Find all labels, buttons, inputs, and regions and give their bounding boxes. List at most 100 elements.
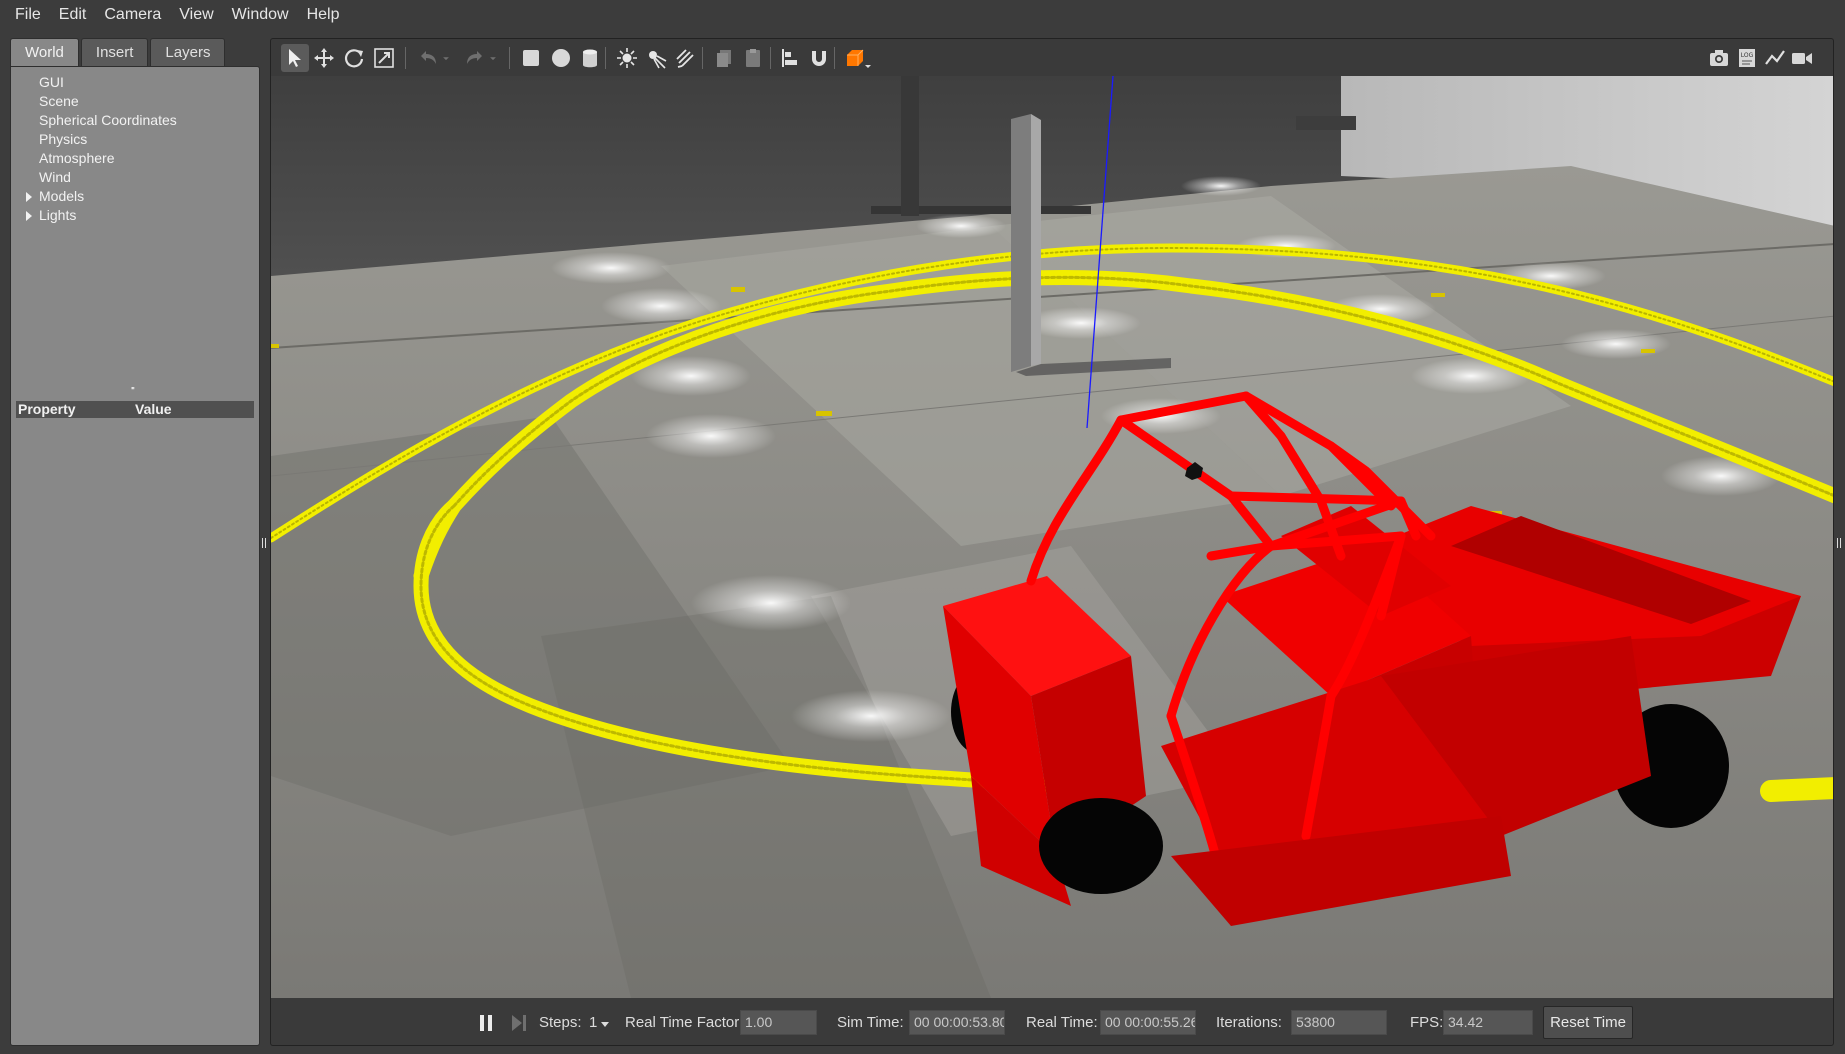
real-time-label: Real Time:: [1026, 1014, 1098, 1031]
menu-view[interactable]: View: [170, 0, 222, 30]
tree-item-label: Lights: [39, 207, 77, 223]
menu-file[interactable]: File: [6, 0, 50, 30]
fps-label: FPS:: [1410, 1014, 1444, 1031]
tree-item-lights[interactable]: Lights: [11, 206, 261, 225]
view-angle-icon[interactable]: [841, 44, 875, 72]
tab-layers[interactable]: Layers: [150, 38, 226, 66]
gazebo-window: File Edit Camera View Window Help World …: [0, 0, 1845, 1054]
screenshot-icon[interactable]: [1705, 44, 1733, 72]
real-time-factor-label: Real Time Factor:: [625, 1014, 744, 1031]
svg-text:LOG: LOG: [1741, 52, 1754, 59]
trajectory-trail-tail: [1760, 777, 1833, 802]
rotate-mode-icon[interactable]: [340, 44, 368, 72]
steps-spinbox[interactable]: 1: [589, 1014, 610, 1031]
light-spot: [551, 252, 671, 284]
sim-time-field: 00 00:00:53.800: [909, 1010, 1005, 1035]
step-button[interactable]: [508, 1012, 530, 1034]
splitter-handle[interactable]: ''': [131, 387, 135, 397]
tree-item-wind[interactable]: Wind: [11, 168, 261, 187]
directional-light-icon[interactable]: [671, 44, 699, 72]
panel-tabs: World Insert Layers: [10, 38, 227, 66]
scene-render[interactable]: [271, 76, 1834, 998]
pillar-side: [1031, 114, 1041, 366]
light-spot: [791, 690, 951, 742]
tree-item-label: GUI: [39, 74, 64, 90]
wall-bracket: [1296, 116, 1356, 130]
reset-time-button[interactable]: Reset Time: [1543, 1006, 1633, 1039]
tree-item-label: Scene: [39, 93, 79, 109]
spot-light-icon[interactable]: [642, 44, 670, 72]
tree-item-physics[interactable]: Physics: [11, 130, 261, 149]
light-spot: [1561, 329, 1671, 359]
property-column-header[interactable]: Property: [16, 401, 135, 418]
log-icon[interactable]: LOG: [1733, 44, 1761, 72]
light-spot: [646, 414, 776, 458]
copy-icon[interactable]: [710, 44, 738, 72]
toolbar-separator: [834, 47, 835, 69]
tree-item-label: Physics: [39, 131, 88, 147]
tree-item-spherical-coordinates[interactable]: Spherical Coordinates: [11, 111, 261, 130]
toolbar-separator: [770, 47, 771, 69]
floor-marker: [1431, 293, 1445, 297]
align-icon[interactable]: [777, 44, 805, 72]
real-time-factor-field: 1.00: [740, 1010, 817, 1035]
sphere-shape-icon[interactable]: [547, 44, 575, 72]
menu-camera[interactable]: Camera: [95, 0, 170, 30]
iterations-field: 53800: [1291, 1010, 1387, 1035]
toolbar-separator: [405, 47, 406, 69]
select-mode-icon[interactable]: [281, 44, 309, 72]
pause-button[interactable]: [475, 1012, 497, 1034]
steps-value[interactable]: 1: [589, 1014, 597, 1031]
value-column-header[interactable]: Value: [135, 401, 172, 418]
steps-dropdown-icon[interactable]: [601, 1022, 610, 1027]
tree-item-gui[interactable]: GUI: [11, 73, 261, 92]
tree-item-label: Atmosphere: [39, 150, 115, 166]
tab-insert[interactable]: Insert: [80, 38, 149, 66]
cylinder-shape-icon[interactable]: [576, 44, 604, 72]
tree-item-scene[interactable]: Scene: [11, 92, 261, 111]
floor-marker: [271, 344, 279, 348]
toolbar-separator: [509, 47, 510, 69]
pillar: [1011, 114, 1031, 372]
snap-icon[interactable]: [805, 44, 833, 72]
undo-history-icon[interactable]: [438, 44, 454, 72]
tree-item-label: Wind: [39, 169, 71, 185]
simulation-status-bar: Steps: 1 Real Time Factor: 1.00 Sim Time…: [270, 998, 1834, 1046]
expand-arrow-icon[interactable]: [26, 211, 32, 221]
redo-history-icon[interactable]: [485, 44, 501, 72]
menu-edit[interactable]: Edit: [50, 0, 96, 30]
tab-world[interactable]: World: [10, 38, 79, 66]
menu-window[interactable]: Window: [223, 0, 298, 30]
sim-time-label: Sim Time:: [837, 1014, 904, 1031]
tree-item-models[interactable]: Models: [11, 187, 261, 206]
menu-help[interactable]: Help: [298, 0, 349, 30]
world-panel: GUI Scene Spherical Coordinates Physics …: [10, 66, 260, 1046]
scale-mode-icon[interactable]: [370, 44, 398, 72]
expand-arrow-icon[interactable]: [26, 192, 32, 202]
world-tree: GUI Scene Spherical Coordinates Physics …: [11, 73, 261, 225]
floor-marker: [1641, 349, 1655, 353]
point-light-icon[interactable]: [613, 44, 641, 72]
step-forward-icon: [512, 1015, 526, 1031]
tree-item-atmosphere[interactable]: Atmosphere: [11, 149, 261, 168]
pause-icon: [480, 1015, 484, 1031]
real-time-field: 00 00:00:55.260: [1100, 1010, 1196, 1035]
right-panel-resize-grip[interactable]: [1837, 538, 1841, 548]
left-panel: World Insert Layers GUI Scene Spherical …: [10, 38, 260, 1046]
left-panel-resize-grip[interactable]: [262, 538, 266, 548]
tree-item-label: Models: [39, 188, 85, 204]
property-table-header: Property Value: [16, 401, 254, 418]
translate-mode-icon[interactable]: [310, 44, 338, 72]
fps-field: 34.42: [1443, 1010, 1533, 1035]
pause-icon: [488, 1015, 492, 1031]
wall-shelf: [901, 76, 919, 216]
scene-viewport[interactable]: [270, 76, 1834, 998]
plot-icon[interactable]: [1761, 44, 1789, 72]
box-shape-icon[interactable]: [517, 44, 545, 72]
video-record-icon[interactable]: [1788, 44, 1816, 72]
paste-icon[interactable]: [739, 44, 767, 72]
light-spot: [1181, 176, 1261, 196]
light-spot: [691, 575, 851, 631]
toolbar-separator: [702, 47, 703, 69]
light-spot: [916, 214, 1006, 238]
